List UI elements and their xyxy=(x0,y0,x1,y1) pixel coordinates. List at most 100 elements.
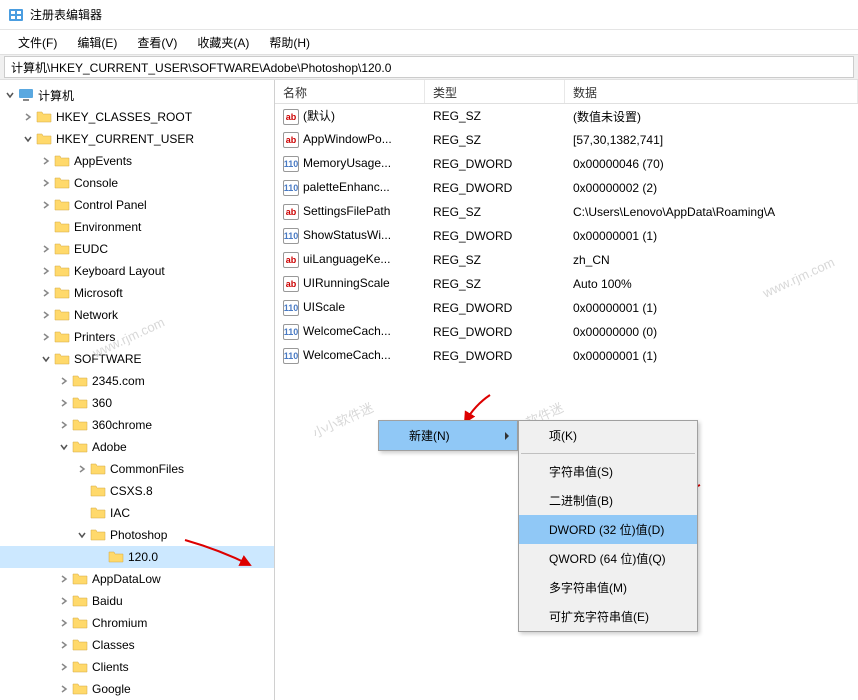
ctx-dword[interactable]: DWORD (32 位)值(D) xyxy=(519,515,697,544)
tree-item[interactable]: Photoshop xyxy=(0,524,274,546)
context-submenu: 项(K) 字符串值(S) 二进制值(B) DWORD (32 位)值(D) QW… xyxy=(518,420,698,632)
tree-item[interactable]: IAC xyxy=(0,502,274,524)
tree-item[interactable]: AppEvents xyxy=(0,150,274,172)
list-row[interactable]: 110paletteEnhanc... REG_DWORD 0x00000002… xyxy=(275,176,858,200)
chevron-down-icon[interactable] xyxy=(22,133,34,145)
chevron-right-icon[interactable] xyxy=(40,331,52,343)
tree-item[interactable]: Network xyxy=(0,304,274,326)
value-data: C:\Users\Lenovo\AppData\Roaming\A xyxy=(565,203,858,221)
tree-item[interactable]: AppDataLow xyxy=(0,568,274,590)
tree-item[interactable]: Environment xyxy=(0,216,274,238)
menu-favorites[interactable]: 收藏夹(A) xyxy=(187,32,259,53)
value-name: paletteEnhanc... xyxy=(303,180,390,194)
tree-item[interactable]: Console xyxy=(0,172,274,194)
folder-icon xyxy=(72,396,88,410)
tree-item[interactable]: 2345.com xyxy=(0,370,274,392)
menu-edit[interactable]: 编辑(E) xyxy=(67,32,127,53)
chevron-right-icon[interactable] xyxy=(58,617,70,629)
tree-label: Network xyxy=(74,308,118,322)
menu-help[interactable]: 帮助(H) xyxy=(259,32,320,53)
chevron-right-icon[interactable] xyxy=(58,661,70,673)
tree-label: Baidu xyxy=(92,594,123,608)
menu-view[interactable]: 查看(V) xyxy=(127,32,187,53)
value-data: Auto 100% xyxy=(565,275,858,293)
chevron-right-icon[interactable] xyxy=(40,199,52,211)
tree-panel[interactable]: 计算机 HKEY_CLASSES_ROOT HKEY_CURRENT_USER … xyxy=(0,80,275,700)
list-row[interactable]: 110WelcomeCach... REG_DWORD 0x00000000 (… xyxy=(275,320,858,344)
value-data: (数值未设置) xyxy=(565,106,858,127)
value-data: zh_CN xyxy=(565,251,858,269)
list-row[interactable]: abAppWindowPo... REG_SZ [57,30,1382,741] xyxy=(275,128,858,152)
value-name: uiLanguageKe... xyxy=(303,252,390,266)
tree-item[interactable]: Keyboard Layout xyxy=(0,260,274,282)
tree-label: Microsoft xyxy=(74,286,123,300)
value-type: REG_DWORD xyxy=(425,155,565,173)
ctx-qword[interactable]: QWORD (64 位)值(Q) xyxy=(519,544,697,573)
list-row[interactable]: ab(默认) REG_SZ (数值未设置) xyxy=(275,104,858,128)
chevron-right-icon[interactable] xyxy=(40,177,52,189)
chevron-right-icon[interactable] xyxy=(58,573,70,585)
chevron-right-icon[interactable] xyxy=(40,265,52,277)
tree-item[interactable]: EUDC xyxy=(0,238,274,260)
col-type[interactable]: 类型 xyxy=(425,80,565,103)
chevron-right-icon[interactable] xyxy=(40,243,52,255)
chevron-right-icon[interactable] xyxy=(58,375,70,387)
chevron-right-icon[interactable] xyxy=(40,309,52,321)
value-type: REG_SZ xyxy=(425,131,565,149)
tree-label: CSXS.8 xyxy=(110,484,153,498)
tree-item[interactable]: CSXS.8 xyxy=(0,480,274,502)
chevron-right-icon[interactable] xyxy=(58,419,70,431)
col-name[interactable]: 名称 xyxy=(275,80,425,103)
ctx-string[interactable]: 字符串值(S) xyxy=(519,457,697,486)
chevron-right-icon[interactable] xyxy=(76,463,88,475)
ctx-binary[interactable]: 二进制值(B) xyxy=(519,486,697,515)
list-row[interactable]: abuiLanguageKe... REG_SZ zh_CN xyxy=(275,248,858,272)
list-row[interactable]: 110MemoryUsage... REG_DWORD 0x00000046 (… xyxy=(275,152,858,176)
list-row[interactable]: 110WelcomeCach... REG_DWORD 0x00000001 (… xyxy=(275,344,858,368)
folder-icon xyxy=(54,330,70,344)
address-input[interactable] xyxy=(4,56,854,78)
tree-item[interactable]: Baidu xyxy=(0,590,274,612)
chevron-right-icon[interactable] xyxy=(58,595,70,607)
ctx-key[interactable]: 项(K) xyxy=(519,421,697,450)
chevron-right-icon[interactable] xyxy=(22,111,34,123)
tree-item[interactable]: SOFTWARE xyxy=(0,348,274,370)
tree-item[interactable]: 120.0 xyxy=(0,546,274,568)
tree-label: IAC xyxy=(110,506,130,520)
folder-icon xyxy=(54,242,70,256)
tree-item[interactable]: Control Panel xyxy=(0,194,274,216)
chevron-down-icon[interactable] xyxy=(58,441,70,453)
list-row[interactable]: 110UIScale REG_DWORD 0x00000001 (1) xyxy=(275,296,858,320)
tree-item[interactable]: Adobe xyxy=(0,436,274,458)
list-row[interactable]: abSettingsFilePath REG_SZ C:\Users\Lenov… xyxy=(275,200,858,224)
tree-hkcu[interactable]: HKEY_CURRENT_USER xyxy=(0,128,274,150)
tree-item[interactable]: Printers xyxy=(0,326,274,348)
tree-item[interactable]: 360chrome xyxy=(0,414,274,436)
folder-icon xyxy=(54,352,70,366)
list-row[interactable]: abUIRunningScale REG_SZ Auto 100% xyxy=(275,272,858,296)
chevron-down-icon[interactable] xyxy=(76,529,88,541)
tree-item[interactable]: Clients xyxy=(0,656,274,678)
tree-item[interactable]: Google xyxy=(0,678,274,700)
dword-icon: 110 xyxy=(283,324,299,340)
col-data[interactable]: 数据 xyxy=(565,80,858,103)
ctx-multi[interactable]: 多字符串值(M) xyxy=(519,573,697,602)
tree-item[interactable]: Chromium xyxy=(0,612,274,634)
tree-item[interactable]: CommonFiles xyxy=(0,458,274,480)
tree-item[interactable]: Microsoft xyxy=(0,282,274,304)
tree-root[interactable]: 计算机 xyxy=(0,84,274,106)
chevron-right-icon[interactable] xyxy=(58,639,70,651)
list-row[interactable]: 110ShowStatusWi... REG_DWORD 0x00000001 … xyxy=(275,224,858,248)
tree-hkcr[interactable]: HKEY_CLASSES_ROOT xyxy=(0,106,274,128)
chevron-down-icon[interactable] xyxy=(4,89,16,101)
tree-item[interactable]: 360 xyxy=(0,392,274,414)
menu-file[interactable]: 文件(F) xyxy=(8,32,67,53)
ctx-new[interactable]: 新建(N) xyxy=(379,421,517,450)
chevron-down-icon[interactable] xyxy=(40,353,52,365)
ctx-expand[interactable]: 可扩充字符串值(E) xyxy=(519,602,697,631)
chevron-right-icon[interactable] xyxy=(40,287,52,299)
chevron-right-icon[interactable] xyxy=(58,397,70,409)
tree-item[interactable]: Classes xyxy=(0,634,274,656)
chevron-right-icon[interactable] xyxy=(58,683,70,695)
chevron-right-icon[interactable] xyxy=(40,155,52,167)
